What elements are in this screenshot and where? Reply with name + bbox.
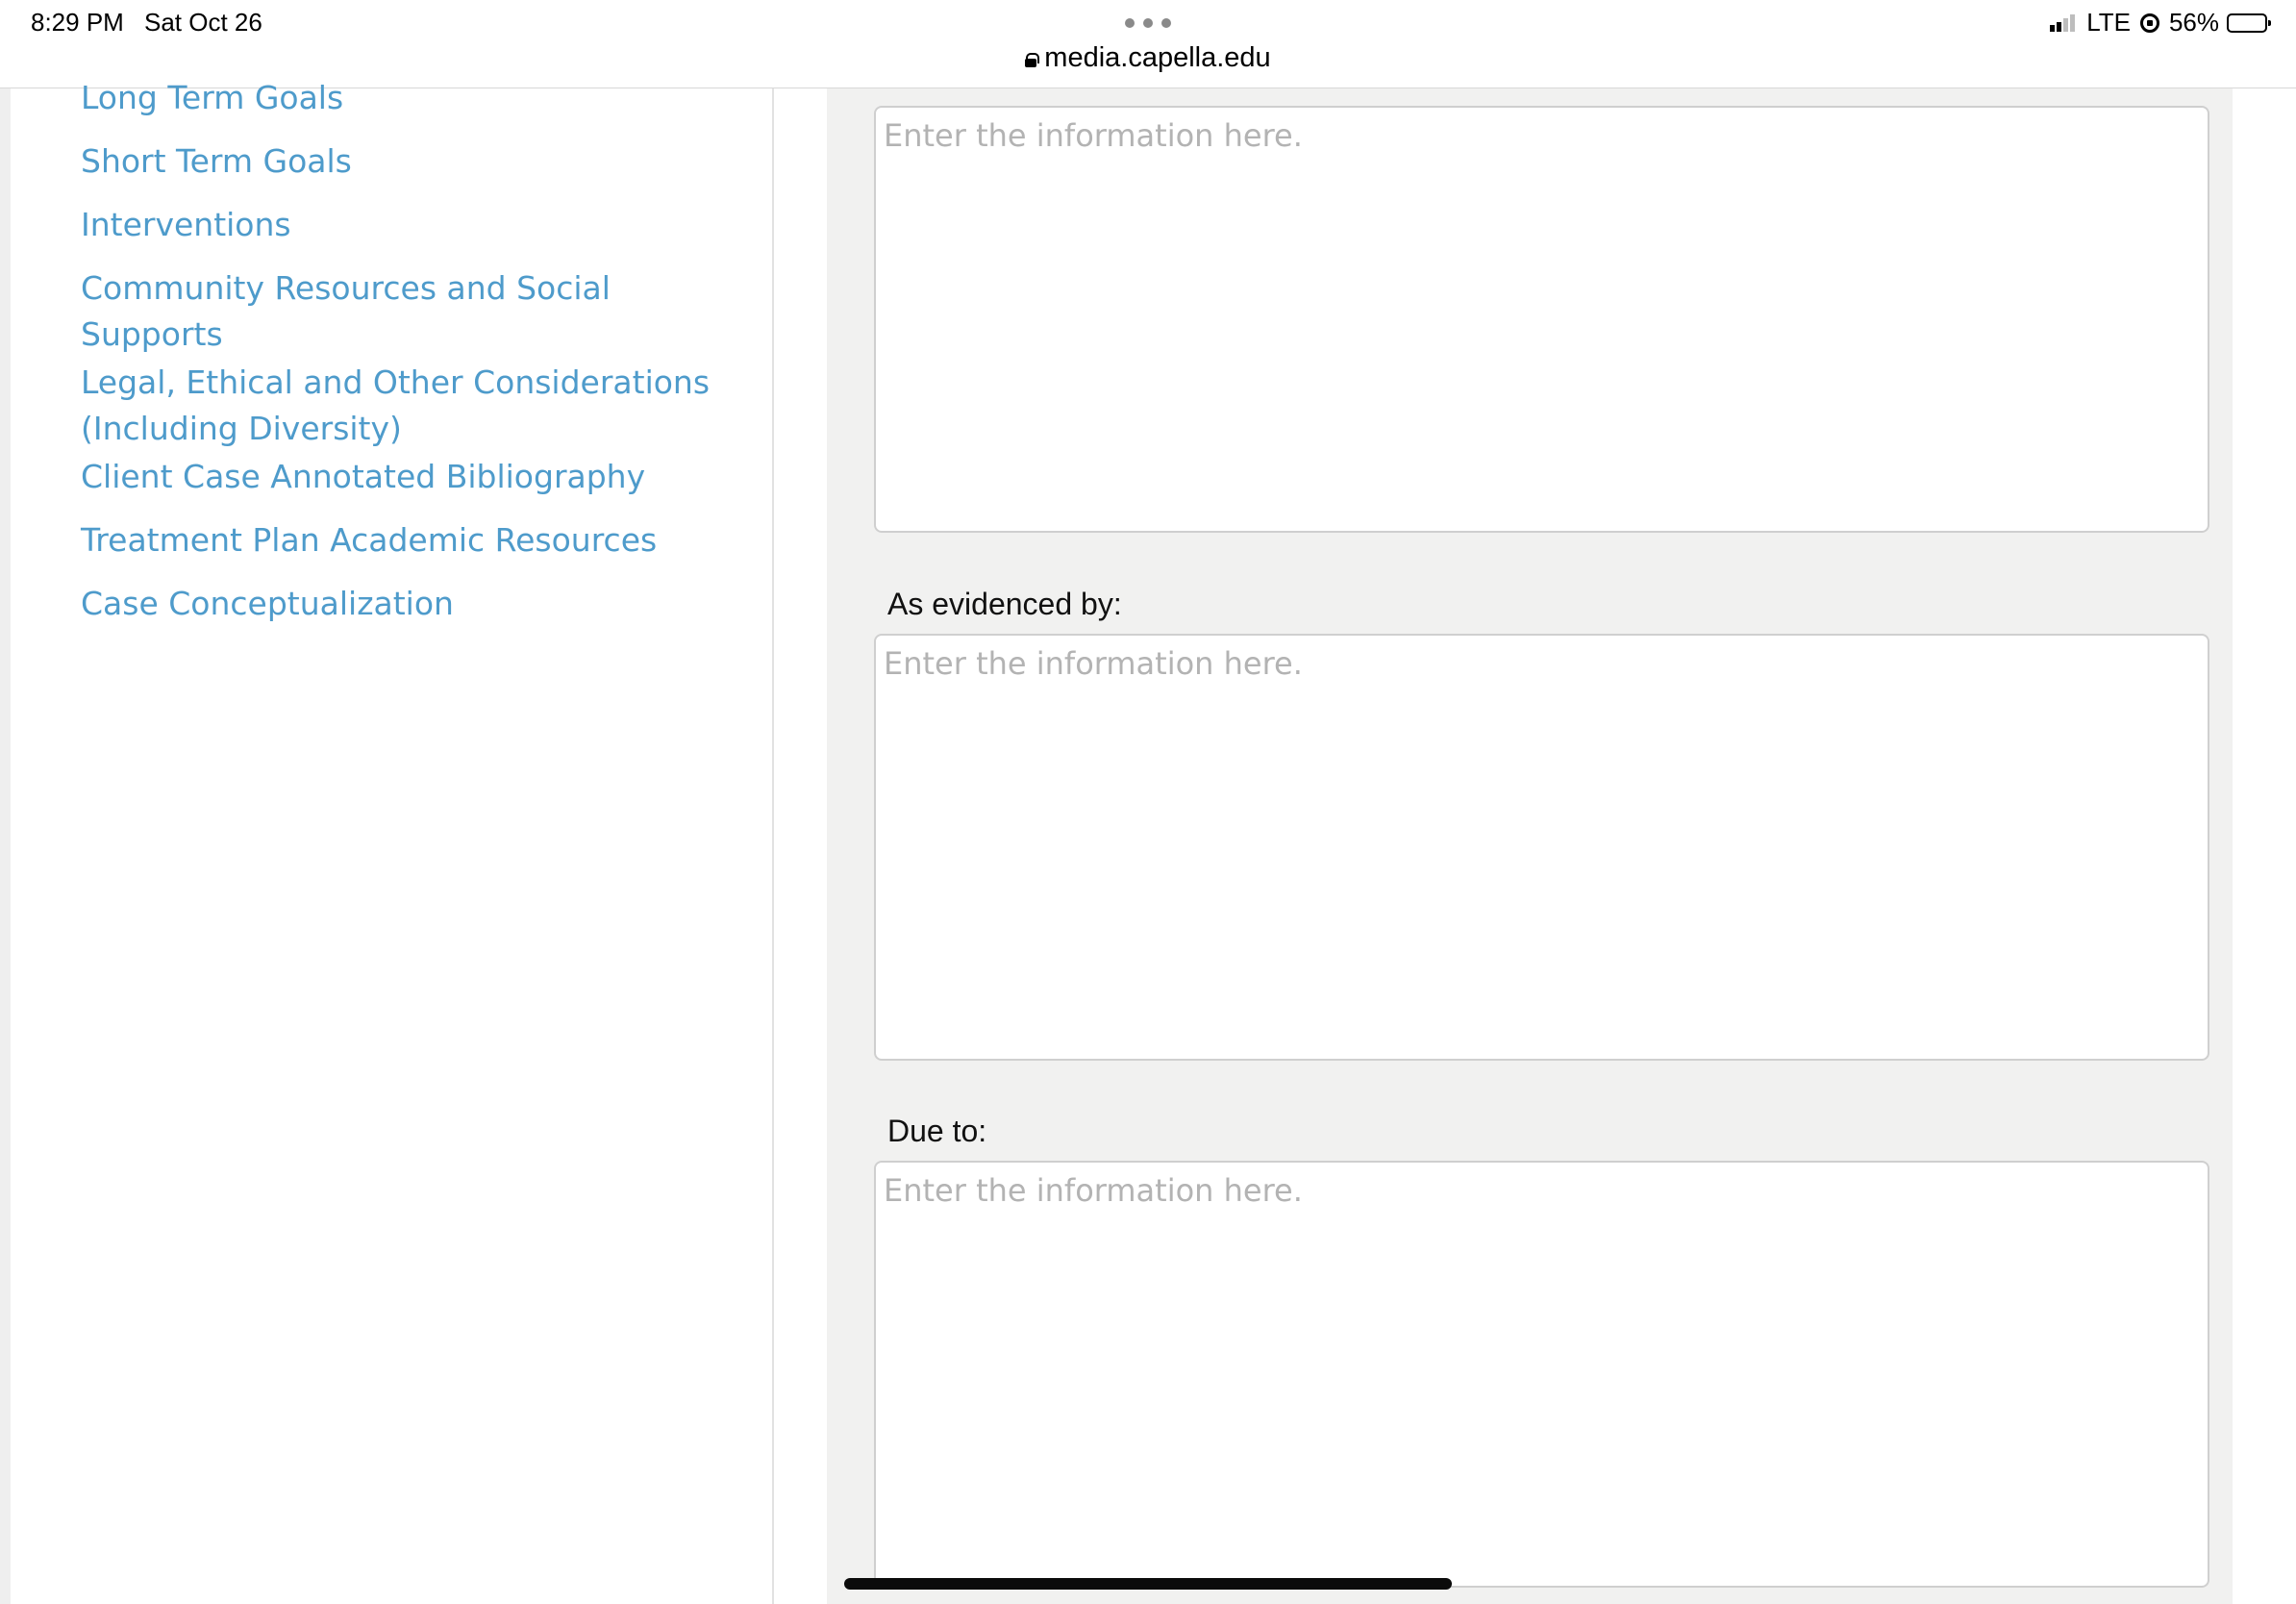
sidebar-item-academic-resources[interactable]: Treatment Plan Academic Resources (81, 517, 735, 564)
lock-icon (1025, 53, 1040, 67)
left-edge-strip (0, 88, 11, 1604)
textarea-placeholder: Enter the information here. (884, 1172, 1303, 1209)
textarea-field-1[interactable]: Enter the information here. (874, 106, 2209, 533)
sidebar-item-interventions[interactable]: Interventions (81, 202, 735, 248)
sidebar-item-annotated-bibliography[interactable]: Client Case Annotated Bibliography (81, 454, 735, 500)
battery-percent: 56% (2168, 8, 2219, 37)
home-indicator[interactable] (844, 1578, 1452, 1590)
address-bar[interactable]: media.capella.edu (0, 42, 2296, 74)
battery-icon (2227, 13, 2271, 33)
rotation-lock-icon (2139, 13, 2159, 33)
status-date: Sat Oct 26 (144, 8, 262, 37)
content-gutter (774, 88, 827, 1604)
field-label-as-evidenced-by: As evidenced by: (887, 587, 1122, 621)
textarea-as-evidenced-by[interactable]: Enter the information here. (874, 634, 2209, 1061)
field-label-due-to: Due to: (887, 1114, 987, 1148)
sidebar-item-legal-ethical[interactable]: Legal, Ethical and Other Considerations … (81, 360, 735, 452)
sidebar-item-case-conceptualization[interactable]: Case Conceptualization (81, 581, 735, 627)
textarea-placeholder: Enter the information here. (884, 645, 1303, 682)
network-label: LTE (2086, 8, 2131, 37)
sidebar-item-community-resources[interactable]: Community Resources and Social Supports (81, 265, 619, 358)
textarea-due-to[interactable]: Enter the information here. (874, 1161, 2209, 1588)
status-time: 8:29 PM (31, 8, 124, 37)
status-indicators: LTE 56% (2050, 8, 2271, 38)
more-dots-icon[interactable] (1125, 18, 1171, 28)
sidebar-nav: Long Term Goals Short Term Goals Interve… (11, 79, 774, 1604)
sidebar-item-short-term-goals[interactable]: Short Term Goals (81, 138, 735, 185)
right-margin (2233, 88, 2296, 1604)
textarea-placeholder: Enter the information here. (884, 117, 1303, 154)
signal-icon (2050, 13, 2077, 32)
url-text: media.capella.edu (1044, 42, 1271, 73)
sidebar-item-long-term-goals[interactable]: Long Term Goals (81, 75, 735, 121)
